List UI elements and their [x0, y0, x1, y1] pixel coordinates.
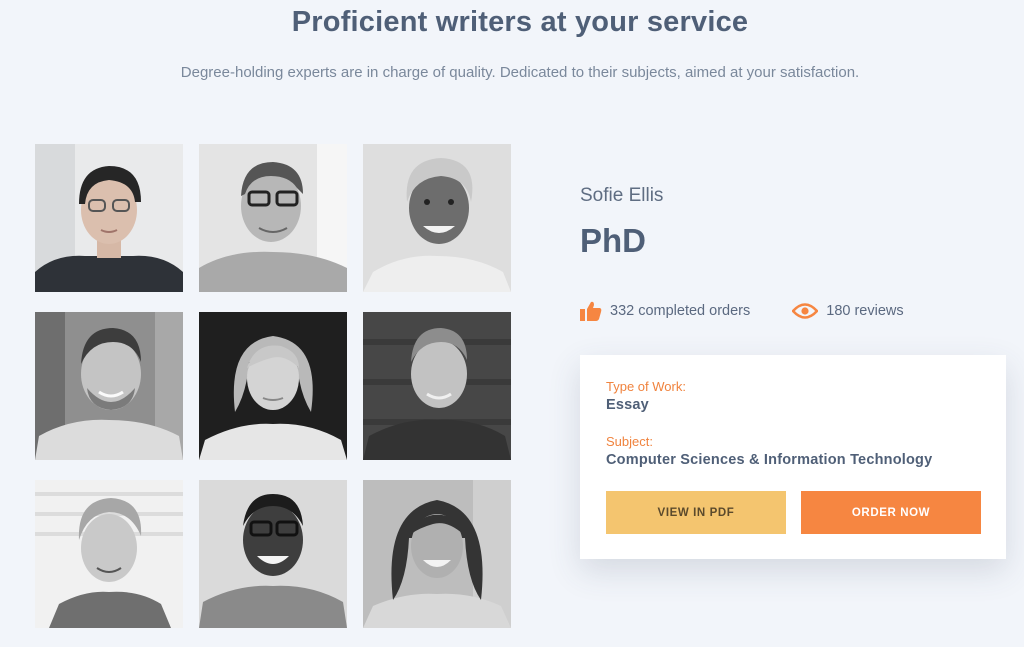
writer-photo-6[interactable] — [363, 312, 511, 460]
type-of-work-value: Essay — [606, 397, 649, 413]
writer-degree: PhD — [580, 222, 646, 259]
page-title: Proficient writers at your service — [291, 6, 749, 38]
completed-orders-stat: 332 completed orders — [580, 301, 750, 321]
completed-orders-text: 332 completed orders — [610, 303, 751, 319]
writer-photo-8[interactable] — [199, 480, 347, 628]
page-subtitle: Degree-holding experts are in charge of … — [180, 64, 860, 81]
writer-details-card: Type of Work: Essay Subject: Computer Sc… — [580, 355, 1006, 559]
writer-photo-2[interactable] — [199, 144, 347, 292]
subject-value: Computer Sciences & Information Technolo… — [606, 452, 933, 468]
reviews-text: 180 reviews — [826, 303, 904, 319]
type-of-work-label: Type of Work: — [606, 379, 686, 394]
writer-stats: 332 completed orders 180 reviews — [580, 300, 904, 322]
writer-photo-9[interactable] — [363, 480, 511, 628]
eye-icon — [792, 303, 819, 319]
writer-photo-3[interactable] — [363, 144, 511, 292]
reviews-stat: 180 reviews — [792, 302, 904, 320]
writers-photo-grid — [35, 144, 511, 628]
writer-name: Sofie Ellis — [580, 185, 664, 206]
thumbs-up-icon — [580, 301, 602, 321]
writer-photo-1[interactable] — [35, 144, 183, 292]
writer-photo-5[interactable] — [199, 312, 347, 460]
order-now-button[interactable]: ORDER NOW — [801, 491, 981, 534]
writer-photo-7[interactable] — [35, 480, 183, 628]
writer-photo-4[interactable] — [35, 312, 183, 460]
view-in-pdf-button[interactable]: VIEW IN PDF — [606, 491, 786, 534]
subject-label: Subject: — [606, 434, 653, 449]
